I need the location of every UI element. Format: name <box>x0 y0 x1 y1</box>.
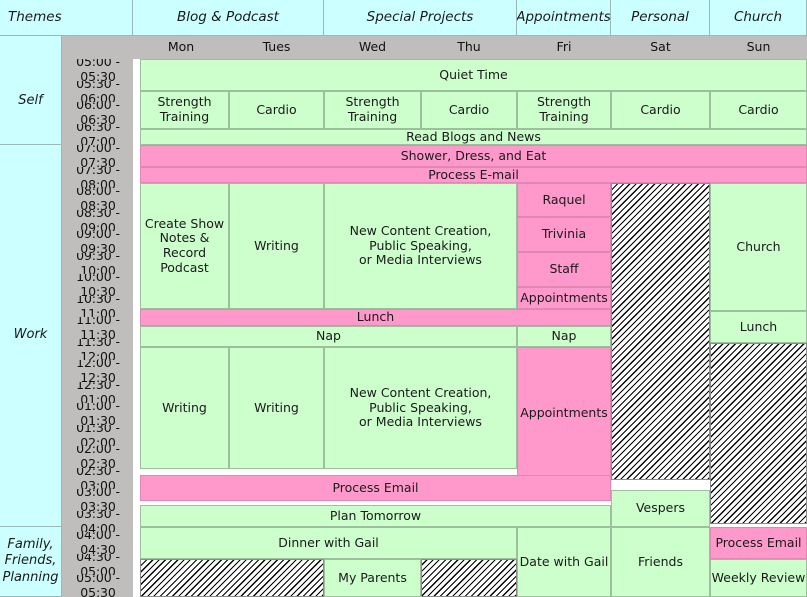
event-block[interactable]: Weekly Review <box>710 559 807 597</box>
event-block[interactable]: Lunch <box>140 309 611 326</box>
time-slot: 10:00 - 10:30 <box>62 274 133 296</box>
event-block[interactable]: Plan Tomorrow <box>140 505 611 527</box>
group-header-appointments: Appointments <box>517 0 611 36</box>
event-block[interactable]: Writing <box>229 347 324 469</box>
time-slot: 05:30 - 06:00 <box>62 81 133 102</box>
dayhead-thu: Thu <box>421 36 517 59</box>
event-block-unavailable[interactable] <box>611 183 710 480</box>
time-slot: 11:30 - 12:00 <box>62 339 133 360</box>
time-slot: 11:00 - 11:30 <box>62 317 133 339</box>
event-block[interactable]: Appointments <box>517 287 611 309</box>
event-block[interactable]: Nap <box>517 326 611 347</box>
time-slot: 09:30 - 10:00 <box>62 253 133 274</box>
event-block[interactable]: Raquel <box>517 183 611 217</box>
time-slot: 01:30 - 02:00 <box>62 425 133 446</box>
time-slot: 07:30 - 08:00 <box>62 167 133 188</box>
group-header-blog-podcast: Blog & Podcast <box>133 0 324 36</box>
dayhead-wed: Wed <box>324 36 421 59</box>
time-slot: 04:30 - 05:00 <box>62 554 133 575</box>
themes-header: Themes <box>0 0 133 36</box>
event-block[interactable]: Date with Gail <box>517 527 611 597</box>
event-block[interactable]: Cardio <box>611 91 710 129</box>
event-block[interactable]: Friends <box>611 527 710 597</box>
event-block-unavailable[interactable] <box>421 559 517 597</box>
event-block[interactable]: Create Show Notes & Record Podcast <box>140 183 229 309</box>
time-slot: 06:00 - 06:30 <box>62 102 133 124</box>
group-header-personal: Personal <box>611 0 710 36</box>
event-block[interactable]: Writing <box>140 347 229 469</box>
event-block[interactable]: Staff <box>517 252 611 287</box>
group-header-church: Church <box>710 0 807 36</box>
time-slot: 08:30 - 09:00 <box>62 210 133 231</box>
time-slot: 10:30 - 11:00 <box>62 296 133 317</box>
event-block[interactable]: New Content Creation, Public Speaking, o… <box>324 183 517 309</box>
event-block[interactable]: Cardio <box>710 91 807 129</box>
event-block-unavailable[interactable] <box>710 343 807 524</box>
time-slot: 02:00 - 02:30 <box>62 446 133 468</box>
group-header-special-projects: Special Projects <box>324 0 517 36</box>
event-block[interactable]: Lunch <box>710 311 807 343</box>
dayhead-sun: Sun <box>710 36 807 59</box>
event-block[interactable]: Trivinia <box>517 217 611 252</box>
corner-blank <box>0 36 62 59</box>
time-slot: 04:00 - 04:30 <box>62 532 133 554</box>
event-block[interactable]: Vespers <box>611 490 710 527</box>
dayhead-mon: Mon <box>133 36 229 59</box>
event-block[interactable]: Strength Training <box>517 91 611 129</box>
event-block[interactable]: Dinner with Gail <box>140 527 517 559</box>
time-slot: 06:30 - 07:00 <box>62 124 133 145</box>
event-block[interactable]: New Content Creation, Public Speaking, o… <box>324 347 517 469</box>
event-block[interactable]: Cardio <box>421 91 517 129</box>
event-block[interactable]: Process E-mail <box>140 167 807 183</box>
dayhead-tues: Tues <box>229 36 324 59</box>
event-block[interactable]: My Parents <box>324 559 421 597</box>
event-block[interactable]: Read Blogs and News <box>140 129 807 145</box>
time-slot: 03:30 - 04:00 <box>62 511 133 532</box>
event-block[interactable]: Quiet Time <box>140 59 807 91</box>
event-block[interactable]: Cardio <box>229 91 324 129</box>
theme-label-work: Work <box>0 145 62 527</box>
time-slot: 09:00 - 09:30 <box>62 231 133 253</box>
time-slot: 01:00 - 01:30 <box>62 403 133 425</box>
dayhead-sat: Sat <box>611 36 710 59</box>
event-block[interactable]: Appointments <box>517 347 611 480</box>
time-slot: 12:00 - 12:30 <box>62 360 133 382</box>
time-slot: 03:00 - 03:30 <box>62 489 133 511</box>
event-block[interactable]: Nap <box>140 326 517 347</box>
dayhead-fri: Fri <box>517 36 611 59</box>
theme-label-family: Family, Friends, Planning <box>0 527 62 597</box>
event-block[interactable]: Shower, Dress, and Eat <box>140 145 807 167</box>
event-block[interactable]: Process Email <box>710 527 807 559</box>
event-block-unavailable[interactable] <box>140 559 324 597</box>
time-slot: 05:00 - 05:30 <box>62 59 133 81</box>
theme-label-self: Self <box>0 59 62 145</box>
event-block[interactable]: Process Email <box>140 475 611 501</box>
time-slot: 08:00 - 08:30 <box>62 188 133 210</box>
event-block[interactable]: Church <box>710 183 807 311</box>
time-slot: 12:30 - 01:00 <box>62 382 133 403</box>
event-block[interactable]: Strength Training <box>324 91 421 129</box>
event-block[interactable]: Writing <box>229 183 324 309</box>
time-slot: 02:30 - 03:00 <box>62 468 133 489</box>
time-slot: 07:00 - 07:30 <box>62 145 133 167</box>
event-block[interactable]: Strength Training <box>140 91 229 129</box>
time-slot: 05:00 - 05:30 <box>62 575 133 597</box>
weekly-schedule-grid: Themes Blog & Podcast Special Projects A… <box>0 0 807 597</box>
